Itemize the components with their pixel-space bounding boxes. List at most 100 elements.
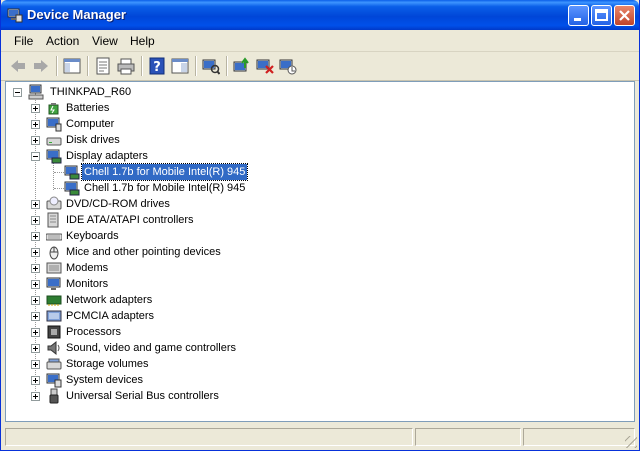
- expand-toggle[interactable]: [31, 216, 40, 225]
- tree-item-label: Sound, video and game controllers: [66, 342, 236, 354]
- tree-item-ide-controllers[interactable]: IDE ATA/ATAPI controllers: [28, 212, 428, 228]
- computer-icon: [46, 117, 62, 132]
- tree-item-computer[interactable]: Computer: [28, 116, 428, 132]
- tree-item-usb-controllers[interactable]: Universal Serial Bus controllers: [28, 388, 428, 404]
- tree-item-label: Mice and other pointing devices: [66, 246, 221, 258]
- tree-item-processors[interactable]: Processors: [28, 324, 428, 340]
- modem-icon: [46, 262, 62, 274]
- close-button[interactable]: [614, 5, 635, 26]
- collapse-toggle[interactable]: [13, 88, 22, 97]
- tree-item-label: DVD/CD-ROM drives: [66, 198, 170, 210]
- mouse-icon: [49, 246, 59, 260]
- tree-item-label: Keyboards: [66, 230, 119, 242]
- properties-icon[interactable]: [94, 57, 112, 75]
- expand-toggle[interactable]: [31, 120, 40, 129]
- status-bar: [1, 424, 639, 450]
- tree-item-mice[interactable]: Mice and other pointing devices: [28, 244, 428, 260]
- expand-toggle[interactable]: [31, 376, 40, 385]
- tree-item-label: Processors: [66, 326, 122, 338]
- close-icon: [619, 10, 630, 21]
- tree-item-label: Network adapters: [66, 294, 153, 306]
- battery-icon: [48, 103, 59, 115]
- tree-item-storage-volumes[interactable]: Storage volumes: [28, 356, 428, 372]
- expand-toggle[interactable]: [31, 392, 40, 401]
- disk-drive-icon: [46, 137, 62, 146]
- tree-item-pcmcia-adapters[interactable]: PCMCIA adapters: [28, 308, 428, 324]
- expand-toggle[interactable]: [31, 200, 40, 209]
- tree-item-label: Modems: [66, 262, 109, 274]
- console-tree-icon[interactable]: [63, 57, 81, 75]
- processor-icon: [47, 325, 61, 339]
- tree-item-dvd-cd-rom-drives[interactable]: DVD/CD-ROM drives: [28, 196, 428, 212]
- tree-item-label: IDE ATA/ATAPI controllers: [66, 214, 194, 226]
- expand-toggle[interactable]: [31, 312, 40, 321]
- expand-toggle[interactable]: [31, 104, 40, 113]
- expand-toggle[interactable]: [31, 248, 40, 257]
- tree-item-system-devices[interactable]: System devices: [28, 372, 428, 388]
- disable-icon[interactable]: [279, 57, 297, 75]
- tree-item-label: Disk drives: [66, 134, 120, 146]
- monitor-icon: [46, 277, 61, 290]
- tree-guide-line: [54, 188, 64, 190]
- usb-icon: [49, 388, 59, 404]
- network-adapter-icon: [46, 295, 62, 306]
- expand-toggle[interactable]: [31, 344, 40, 353]
- expand-toggle[interactable]: [31, 328, 40, 337]
- expand-toggle[interactable]: [31, 280, 40, 289]
- tree-item-keyboards[interactable]: Keyboards: [28, 228, 428, 244]
- expand-toggle[interactable]: [31, 264, 40, 273]
- tree-root[interactable]: THINKPAD_R60: [10, 84, 210, 100]
- expand-toggle[interactable]: [31, 232, 40, 241]
- tree-item-display-device-1[interactable]: Chell 1.7b for Mobile Intel(R) 945: [64, 163, 364, 181]
- device-tree[interactable]: THINKPAD_R60 Batteries Computer Disk dri…: [5, 81, 635, 422]
- svg-text:?: ?: [153, 60, 161, 75]
- tree-item-sound-controllers[interactable]: Sound, video and game controllers: [28, 340, 428, 356]
- help-icon[interactable]: ?: [148, 57, 166, 75]
- tree-item-network-adapters[interactable]: Network adapters: [28, 292, 428, 308]
- display-adapter-icon: [64, 165, 80, 180]
- pcmcia-icon: [46, 310, 62, 322]
- scan-hardware-icon[interactable]: [202, 57, 220, 75]
- computer-icon: [28, 84, 44, 100]
- print-icon[interactable]: [117, 57, 135, 75]
- cd-drive-icon: [46, 196, 62, 210]
- update-driver-icon[interactable]: [233, 57, 251, 75]
- computer-name: THINKPAD_R60: [50, 86, 132, 98]
- back-icon[interactable]: [9, 57, 27, 75]
- minimize-button[interactable]: [568, 5, 589, 26]
- ide-controller-icon: [47, 212, 59, 228]
- tree-item-display-adapters[interactable]: Display adapters: [28, 148, 428, 164]
- tree-item-display-device-2[interactable]: Chell 1.7b for Mobile Intel(R) 945: [64, 180, 364, 196]
- storage-volume-icon: [46, 358, 62, 370]
- forward-icon[interactable]: [32, 57, 50, 75]
- expand-toggle[interactable]: [31, 136, 40, 145]
- keyboard-icon: [46, 233, 62, 241]
- tree-item-label: Display adapters: [66, 150, 148, 162]
- tree-item-label: Chell 1.7b for Mobile Intel(R) 945: [80, 163, 249, 181]
- resize-grip[interactable]: [625, 436, 637, 448]
- tree-item-label: PCMCIA adapters: [66, 310, 155, 322]
- collapse-toggle[interactable]: [31, 152, 40, 161]
- tree-item-batteries[interactable]: Batteries: [28, 100, 428, 116]
- menu-help[interactable]: Help: [130, 34, 155, 48]
- status-pane-tertiary: [523, 428, 635, 446]
- speaker-icon: [47, 340, 60, 356]
- details-pane-icon[interactable]: [171, 57, 189, 75]
- menu-file[interactable]: File: [14, 34, 33, 48]
- tree-guide-line: [53, 162, 55, 190]
- menu-view[interactable]: View: [92, 34, 118, 48]
- tree-item-label: Batteries: [66, 102, 110, 114]
- tree-item-disk-drives[interactable]: Disk drives: [28, 132, 428, 148]
- tree-item-label: Computer: [66, 118, 115, 130]
- expand-toggle[interactable]: [31, 296, 40, 305]
- tree-item-modems[interactable]: Modems: [28, 260, 428, 276]
- uninstall-icon[interactable]: [256, 57, 274, 75]
- maximize-button[interactable]: [591, 5, 612, 26]
- display-adapter-icon: [64, 181, 80, 196]
- expand-toggle[interactable]: [31, 360, 40, 369]
- title-bar[interactable]: Device Manager: [1, 0, 639, 30]
- tree-item-monitors[interactable]: Monitors: [28, 276, 428, 292]
- tree-item-label: Storage volumes: [66, 358, 149, 370]
- window-title: Device Manager: [27, 7, 126, 22]
- menu-action[interactable]: Action: [46, 34, 79, 48]
